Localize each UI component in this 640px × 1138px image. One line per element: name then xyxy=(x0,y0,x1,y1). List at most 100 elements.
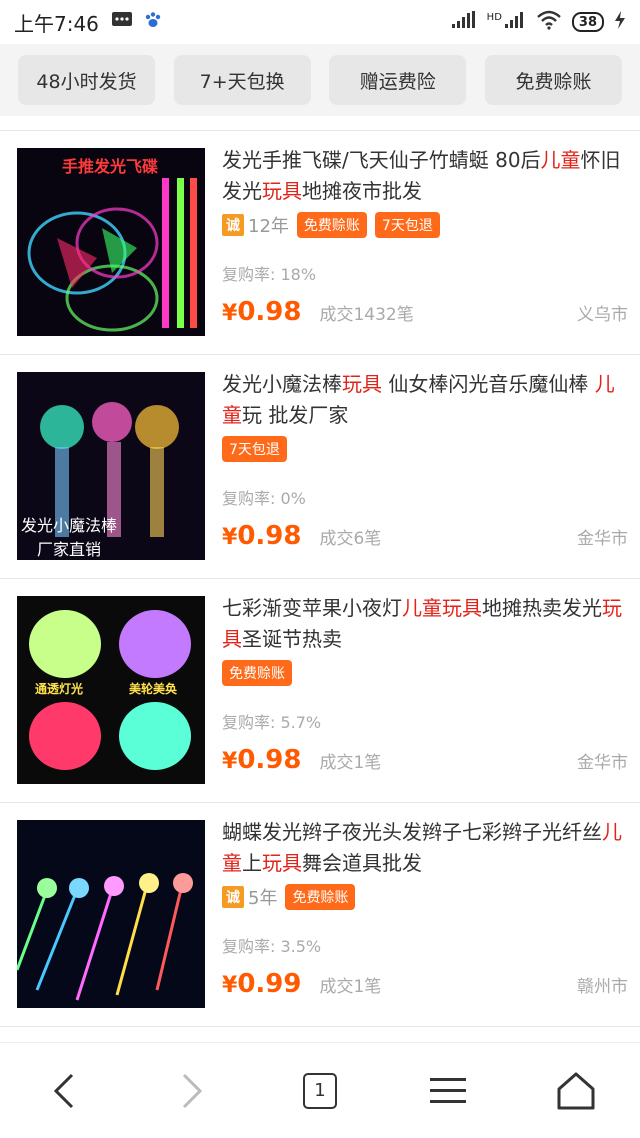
product-title[interactable]: 发光小魔法棒玩具 仙女棒闪光音乐魔仙棒 儿童玩 批发厂家 xyxy=(222,369,628,431)
title-highlight: 儿童玩具 xyxy=(402,596,482,620)
tag-row: 免费赊账 xyxy=(222,660,628,686)
currency-symbol: ¥ xyxy=(222,973,238,998)
currency-symbol: ¥ xyxy=(222,301,238,326)
tag-free-credit: 免费赊账 xyxy=(222,660,292,686)
price-value: 0.98 xyxy=(237,745,302,775)
price: ¥0.98 xyxy=(222,297,301,327)
product-image-caption: 手推发光飞碟 xyxy=(62,157,159,176)
title-text: 七彩渐变苹果小夜灯 xyxy=(222,596,402,620)
filter-free-credit[interactable]: 免费赊账 xyxy=(484,55,622,105)
currency-symbol: ¥ xyxy=(222,749,238,774)
filter-shipping-insurance[interactable]: 赠运费险 xyxy=(329,55,467,105)
status-bar: 上午7:46 HD 38 xyxy=(0,0,640,44)
price-value: 0.98 xyxy=(237,521,302,551)
city: 赣州市 xyxy=(577,977,628,997)
city: 金华市 xyxy=(577,753,628,773)
tag-free-credit: 免费赊账 xyxy=(296,212,367,238)
status-time: 上午7:46 xyxy=(14,11,99,36)
product-image-caption: 通透灯光 xyxy=(35,682,84,696)
product-title[interactable]: 发光手推飞碟/飞天仙子竹蜻蜓 80后儿童怀旧发光玩具地摊夜市批发 xyxy=(222,145,628,207)
network-label: HD xyxy=(486,11,502,23)
menu-icon xyxy=(430,1077,466,1103)
product-image[interactable]: 通透灯光 美轮美奂 xyxy=(17,596,205,784)
title-highlight: 玩具 xyxy=(262,179,302,203)
product-card[interactable]: 蝴蝶发光辫子夜光头发辫子七彩辫子光纤丝儿童上玩具舞会道具批发 诚 5年 免费赊账… xyxy=(0,802,640,1026)
product-list: 手推发光飞碟 发光手推飞碟/飞天仙子竹蜻蜓 80后儿童怀旧发光玩具地摊夜市批发 … xyxy=(0,130,640,1066)
city: 金华市 xyxy=(577,529,628,549)
cheng-badge-icon: 诚 xyxy=(222,214,244,236)
signal-icon xyxy=(451,11,477,33)
back-button[interactable] xyxy=(34,1061,94,1121)
title-text: 蝴蝶发光辫子夜光头发辫子七彩辫子光纤丝 xyxy=(222,820,602,844)
tag-row: 诚 12年 免费赊账 7天包退 xyxy=(222,212,628,238)
forward-button[interactable] xyxy=(162,1061,222,1121)
tag-7day-return: 7天包退 xyxy=(222,436,287,462)
repurchase-rate: 复购率: 3.5% xyxy=(222,937,322,956)
home-button[interactable] xyxy=(546,1061,606,1121)
title-text: 仙女棒闪光音乐魔仙棒 xyxy=(382,372,595,396)
tag-row: 7天包退 xyxy=(222,436,628,462)
signal-icon-2 xyxy=(504,11,526,33)
title-text: 上 xyxy=(242,851,262,875)
title-highlight: 儿童 xyxy=(540,148,581,172)
price-value: 0.98 xyxy=(237,297,302,327)
wifi-icon xyxy=(536,10,562,34)
tag-free-credit: 免费赊账 xyxy=(285,884,356,910)
product-card[interactable]: 发光小魔法棒 厂家直销 发光小魔法棒玩具 仙女棒闪光音乐魔仙棒 儿童玩 批发厂家… xyxy=(0,354,640,578)
seller-years: 诚 5年 xyxy=(222,884,277,910)
chevron-right-icon xyxy=(182,1073,203,1108)
product-image[interactable]: 发光小魔法棒 厂家直销 xyxy=(17,372,205,560)
tabs-icon: 1 xyxy=(303,1072,337,1109)
menu-button[interactable] xyxy=(418,1061,478,1121)
price: ¥0.98 xyxy=(222,521,301,551)
repurchase-rate: 复购率: 5.7% xyxy=(222,713,322,732)
tab-count: 1 xyxy=(314,1080,326,1101)
title-text: 玩 批发厂家 xyxy=(242,403,349,427)
title-text: 圣诞节热卖 xyxy=(242,627,342,651)
product-title[interactable]: 七彩渐变苹果小夜灯儿童玩具地摊热卖发光玩具圣诞节热卖 xyxy=(222,593,628,655)
divider xyxy=(0,116,640,130)
repurchase-rate: 复购率: 0% xyxy=(222,489,306,508)
filter-bar: 48小时发货 7+天包换 赠运费险 免费赊账 xyxy=(0,44,640,116)
product-title[interactable]: 蝴蝶发光辫子夜光头发辫子七彩辫子光纤丝儿童上玩具舞会道具批发 xyxy=(222,817,628,879)
message-icon xyxy=(111,11,133,33)
product-card[interactable]: 手推发光飞碟 发光手推飞碟/飞天仙子竹蜻蜓 80后儿童怀旧发光玩具地摊夜市批发 … xyxy=(0,130,640,354)
product-image[interactable] xyxy=(17,820,205,1008)
repurchase-rate: 复购率: 18% xyxy=(222,265,317,284)
tabs-button[interactable]: 1 xyxy=(290,1061,350,1121)
filter-48h-shipping[interactable]: 48小时发货 xyxy=(18,55,155,105)
product-image-caption-2: 厂家直销 xyxy=(37,540,102,559)
seller-years: 诚 12年 xyxy=(222,212,289,238)
currency-symbol: ¥ xyxy=(222,525,238,550)
price: ¥0.98 xyxy=(222,745,301,775)
years-label: 12年 xyxy=(248,216,289,237)
bottom-nav: 1 xyxy=(0,1042,640,1138)
chevron-left-icon xyxy=(53,1073,74,1108)
years-label: 5年 xyxy=(248,888,278,909)
product-image[interactable]: 手推发光飞碟 xyxy=(17,148,205,336)
deal-count: 成交1432笔 xyxy=(319,305,414,325)
product-image-caption-2: 美轮美奂 xyxy=(129,682,178,696)
price: ¥0.99 xyxy=(222,969,301,999)
deal-count: 成交6笔 xyxy=(319,529,382,549)
paw-icon xyxy=(143,10,163,34)
battery-indicator: 38 xyxy=(571,12,604,32)
title-text: 发光小魔法棒 xyxy=(222,372,342,396)
city: 义乌市 xyxy=(577,305,628,325)
charging-icon xyxy=(614,11,626,33)
cheng-badge-icon: 诚 xyxy=(222,886,244,908)
product-card[interactable]: 通透灯光 美轮美奂 七彩渐变苹果小夜灯儿童玩具地摊热卖发光玩具圣诞节热卖 免费赊… xyxy=(0,578,640,802)
filter-7day-exchange[interactable]: 7+天包换 xyxy=(173,55,311,105)
title-text: 发光手推飞碟/飞天仙子竹蜻蜓 80后 xyxy=(222,148,541,172)
product-image-caption: 发光小魔法棒 xyxy=(21,516,118,535)
home-icon xyxy=(557,1072,595,1109)
title-highlight: 玩具 xyxy=(342,372,382,396)
price-value: 0.99 xyxy=(237,969,302,999)
tag-row: 诚 5年 免费赊账 xyxy=(222,884,628,910)
title-highlight: 玩具 xyxy=(262,851,302,875)
title-text: 地摊热卖发光 xyxy=(482,596,602,620)
tag-7day-return: 7天包退 xyxy=(374,212,440,238)
title-text: 舞会道具批发 xyxy=(302,851,422,875)
deal-count: 成交1笔 xyxy=(319,753,382,773)
deal-count: 成交1笔 xyxy=(319,977,382,997)
